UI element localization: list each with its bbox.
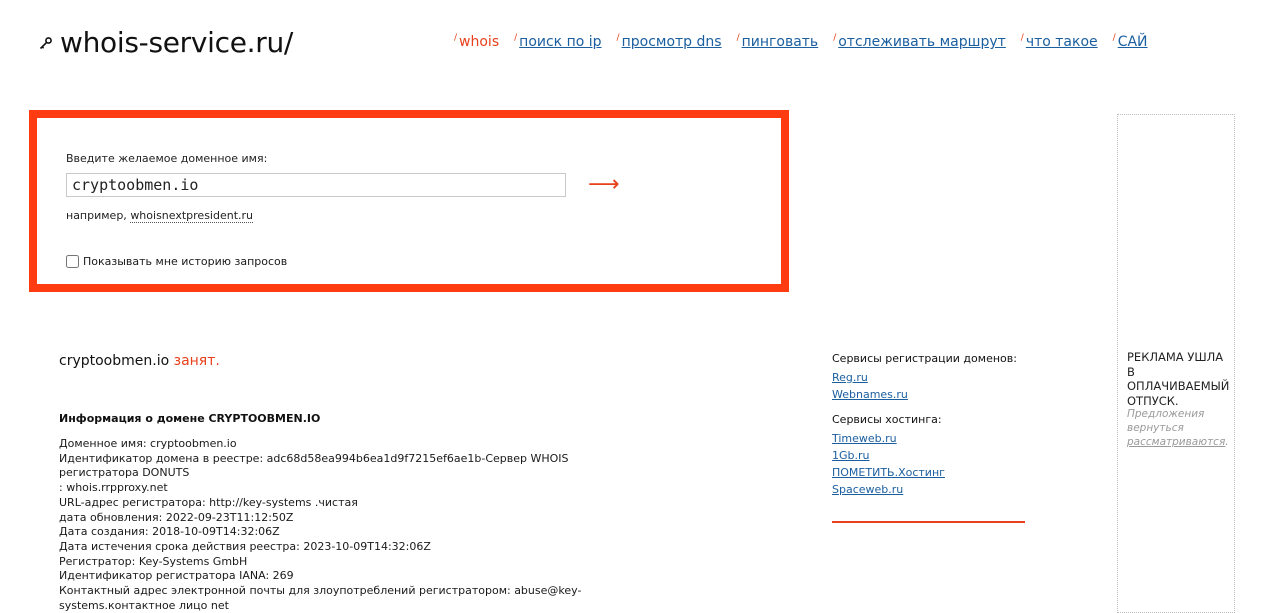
nav-item-what-is[interactable]: / что такое — [1020, 33, 1098, 50]
whois-line: : whois.rrpproxy.net — [59, 481, 168, 495]
service-link-timeweb[interactable]: Timeweb.ru — [832, 432, 1027, 445]
nav-link-whois[interactable]: whois — [459, 34, 499, 50]
domain-info-heading: Информация о домене CRYPTOOBMEN.IO — [59, 412, 321, 425]
result-domain: cryptoobmen.io — [59, 353, 170, 369]
hosting-services-title: Сервисы хостинга: — [832, 413, 942, 426]
nav-link-what-is[interactable]: что такое — [1026, 34, 1098, 50]
registration-services-title: Сервисы регистрации доменов: — [832, 352, 1017, 365]
whois-line: регистратора DONUTS — [59, 466, 190, 480]
ad-sub-suffix: . — [1225, 436, 1229, 448]
whois-line: URL-адрес регистратора: http://key-syste… — [59, 495, 358, 509]
ad-placeholder: Реклама ушла в оплачиваемый отпуск. Пред… — [1117, 114, 1235, 613]
domain-search-form: Введите желаемое доменное имя: ⟶ наприме… — [29, 110, 789, 292]
nav-slash: / — [1112, 33, 1116, 43]
site-logo[interactable]: whois-service.ru/ — [38, 26, 293, 59]
example-prefix: например, — [66, 209, 131, 222]
service-link-pometit[interactable]: ПОМЕТИТЬ.Хостинг — [832, 466, 1027, 479]
nav-slash: / — [514, 33, 518, 43]
site-title: whois-service.ru/ — [60, 26, 294, 59]
service-link-reg[interactable]: Reg.ru — [832, 371, 1027, 384]
domain-input[interactable] — [66, 173, 566, 197]
service-link-webnames[interactable]: Webnames.ru — [832, 388, 1027, 401]
whois-line: Дата истечения срока действия реестра: 2… — [59, 539, 431, 553]
key-icon — [39, 36, 52, 49]
arrow-right-icon[interactable]: ⟶ — [588, 173, 620, 197]
service-link-spaceweb[interactable]: Spaceweb.ru — [832, 483, 1027, 496]
history-label: Показывать мне историю запросов — [83, 255, 288, 268]
nav-slash: / — [1020, 33, 1024, 43]
nav-item-ping[interactable]: / пинговать — [736, 33, 819, 50]
nav-link-ping[interactable]: пинговать — [742, 34, 819, 50]
whois-line: systems.контактное лицо net — [59, 598, 229, 612]
ad-sub-prefix: Предложения вернуться — [1127, 408, 1205, 434]
whois-line: Доменное имя: cryptoobmen.io — [59, 437, 237, 450]
history-toggle[interactable]: Показывать мне историю запросов — [66, 255, 287, 268]
example-hint: например, whoisnextpresident.ru — [66, 209, 254, 223]
ad-sub-link[interactable]: рассматриваются — [1127, 436, 1225, 448]
nav-item-ip-lookup[interactable]: / поиск по ip — [514, 33, 601, 50]
nav-slash: / — [736, 33, 740, 43]
example-link[interactable]: whoisnextpresident.ru — [130, 209, 254, 223]
status-badge: занят. — [173, 353, 220, 369]
main-nav: / whois / поиск по ip / просмотр dns / п… — [454, 33, 1163, 50]
divider — [832, 521, 1025, 523]
whois-line: Дата создания: 2018-10-09T14:32:06Z — [59, 525, 280, 539]
ad-headline: Реклама ушла в оплачиваемый отпуск. — [1127, 350, 1230, 408]
nav-item-site[interactable]: / САЙ — [1112, 33, 1148, 50]
nav-item-dns[interactable]: / просмотр dns — [616, 33, 722, 50]
history-checkbox[interactable] — [66, 255, 79, 268]
service-link-1gb[interactable]: 1Gb.ru — [832, 449, 1027, 462]
whois-line: Регистратор: Key-Systems GmbH — [59, 554, 248, 568]
nav-slash: / — [454, 33, 458, 43]
whois-line: Идентификатор домена в реестре: adc68d58… — [59, 451, 569, 465]
whois-line: дата обновления: 2022-09-23T11:12:50Z — [59, 510, 294, 524]
whois-record: Доменное имя: cryptoobmen.io Идентификат… — [59, 437, 582, 613]
nav-link-site[interactable]: САЙ — [1118, 34, 1148, 50]
nav-item-traceroute[interactable]: / отслеживать маршрут — [833, 33, 1006, 50]
nav-slash: / — [833, 33, 837, 43]
nav-slash: / — [616, 33, 620, 43]
nav-link-traceroute[interactable]: отслеживать маршрут — [838, 34, 1006, 50]
domain-input-label: Введите желаемое доменное имя: — [66, 152, 268, 165]
whois-line: Идентификатор регистратора IANA: 269 — [59, 569, 294, 583]
nav-link-ip-lookup[interactable]: поиск по ip — [519, 34, 601, 50]
whois-line: Контактный адрес электронной почты для з… — [59, 584, 582, 598]
nav-link-dns[interactable]: просмотр dns — [622, 34, 722, 50]
services-panel: Сервисы регистрации доменов: Reg.ru Webn… — [832, 352, 1027, 500]
nav-item-whois[interactable]: / whois — [454, 33, 499, 50]
result-title: cryptoobmen.io занят. — [59, 353, 220, 369]
ad-subtext: Предложения вернуться рассматриваются. — [1127, 407, 1233, 449]
